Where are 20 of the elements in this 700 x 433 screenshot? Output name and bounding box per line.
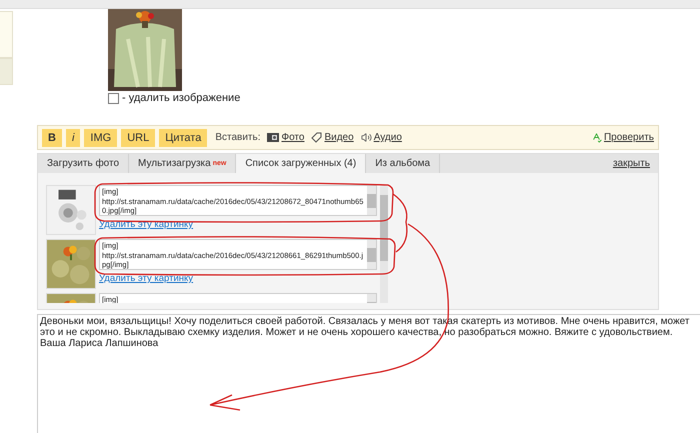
spellcheck-icon [590, 132, 602, 143]
close-link[interactable]: закрыть [612, 158, 650, 169]
format-button[interactable]: i [66, 128, 80, 146]
format-button[interactable]: Цитата [159, 128, 208, 146]
insert-link[interactable]: Фото [281, 132, 304, 143]
speaker-icon [360, 132, 372, 143]
scrollbar[interactable] [380, 185, 388, 303]
format-button[interactable]: B [42, 128, 62, 146]
delete-link[interactable]: Удалить эту картинку [99, 219, 377, 230]
insert-link[interactable]: Аудио [374, 132, 402, 143]
format-button[interactable]: IMG [84, 128, 118, 146]
tag-icon [311, 132, 322, 143]
format-button[interactable]: URL [121, 128, 156, 146]
delete-image-checkbox[interactable]: - удалить изображение [108, 92, 240, 104]
insert-link[interactable]: Видео [324, 132, 354, 143]
insert-label: Вставить: [215, 132, 260, 143]
camera-icon [267, 133, 280, 142]
tab[interactable]: Список загруженных (4) [236, 154, 366, 173]
delete-link[interactable]: Удалить эту картинку [99, 273, 377, 284]
check-link[interactable]: Проверить [604, 132, 654, 143]
